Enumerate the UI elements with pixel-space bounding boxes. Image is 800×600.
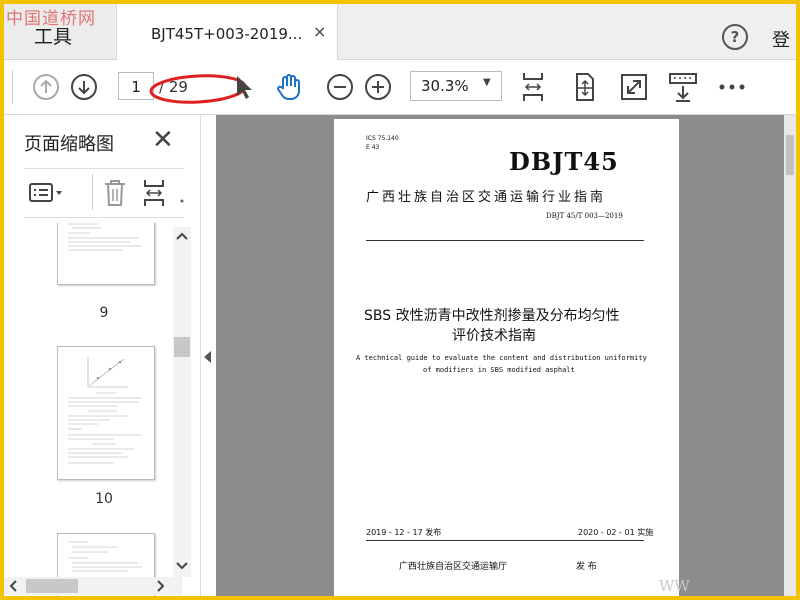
next-page-icon[interactable] (70, 73, 98, 101)
rotate-page-icon[interactable] (570, 71, 598, 103)
scroll-left-icon[interactable] (8, 580, 18, 592)
thumbnail-options-icon[interactable] (28, 181, 66, 205)
watermark-corner: WW (659, 577, 690, 595)
publish-label: 发 布 (576, 562, 597, 572)
thumbnail-pane: 页面缩略图 ✕ 9 10 (4, 115, 200, 596)
read-mode-icon[interactable] (668, 71, 698, 103)
chevron-down-icon: ▼ (483, 77, 491, 88)
document-scrollbar-thumb[interactable] (786, 135, 794, 175)
zoom-value: 30.3% (421, 77, 469, 95)
close-pane-icon[interactable]: ✕ (152, 125, 174, 155)
scroll-right-icon[interactable] (156, 580, 166, 592)
thumbnail-label: 9 (99, 305, 109, 321)
prev-page-icon[interactable] (32, 73, 60, 101)
close-tab-icon[interactable]: × (313, 22, 326, 41)
app-window: 中国道桥网 WW 工具 BJT45T+003-2019... × ? 登 1 /… (4, 4, 796, 596)
delete-page-icon[interactable] (102, 178, 128, 208)
zoom-out-icon[interactable] (326, 73, 354, 101)
select-cursor-icon[interactable] (232, 73, 256, 101)
pane-toolbar-divider (92, 174, 93, 210)
header-rule (366, 240, 644, 241)
standard-number: DBJT 45/T 003—2019 (546, 212, 623, 220)
english-title-line2: of modifiers in SBS modified asphalt (423, 366, 575, 374)
scroll-up-icon[interactable] (176, 231, 188, 241)
tab-bar: 工具 BJT45T+003-2019... × ? 登 (4, 4, 796, 60)
issue-date: 2019 - 12 - 17 发布 (366, 528, 442, 537)
e-code: E 43 (366, 144, 380, 151)
scrollbar-thumb[interactable] (174, 337, 190, 357)
hand-tool-icon[interactable] (274, 72, 304, 102)
issuing-department: 广西壮族自治区交通运输厅 (399, 562, 508, 572)
pdf-page: ICS 75.140 E 43 DBJT45 广西壮族自治区交通运输行业指南 D… (334, 119, 679, 596)
help-icon[interactable]: ? (722, 24, 748, 50)
extract-page-icon[interactable] (142, 178, 168, 208)
toolbar: 1 / 29 30.3% ▼ (4, 60, 796, 115)
standard-code: DBJT45 (509, 147, 619, 176)
watermark-text: 中国道桥网 (6, 9, 96, 29)
more-options-icon[interactable] (718, 82, 746, 92)
thumbnail-label: 10 (95, 491, 113, 507)
document-title-line2: 评价技术指南 (452, 328, 536, 344)
thumbnail-hscrollbar[interactable] (4, 577, 182, 595)
document-scrollbar[interactable] (784, 115, 796, 596)
thumbnail-list: 9 10 (4, 223, 200, 596)
thumbnail-scrollbar[interactable] (173, 227, 191, 577)
hscrollbar-thumb[interactable] (26, 579, 78, 593)
more-dot-icon (180, 199, 184, 203)
thumbnail-page-10[interactable] (57, 346, 155, 480)
footer-rule (366, 540, 644, 541)
thumbnail-content (68, 223, 142, 251)
thumbnail-page-9[interactable] (57, 223, 155, 285)
implementation-date: 2020 - 02 - 01 实施 (578, 528, 654, 537)
pane-collapse-strip[interactable] (200, 115, 217, 596)
full-screen-icon[interactable] (620, 73, 648, 101)
login-button[interactable]: 登 (772, 26, 790, 52)
pane-title: 页面缩略图 (24, 134, 114, 155)
document-title-line1: SBS 改性沥青中改性剂掺量及分布均匀性 (364, 308, 620, 324)
collapse-pane-icon[interactable] (204, 351, 211, 363)
pane-toolbar (24, 168, 184, 218)
scroll-down-icon[interactable] (176, 561, 188, 571)
zoom-select[interactable]: 30.3% ▼ (410, 71, 502, 101)
tab-document[interactable]: BJT45T+003-2019... × (116, 4, 338, 60)
toolbar-divider (12, 70, 13, 104)
english-title-line1: A technical guide to evaluate the conten… (356, 354, 647, 362)
zoom-in-icon[interactable] (364, 73, 392, 101)
issuing-org-title: 广西壮族自治区交通运输行业指南 (366, 190, 607, 205)
thumbnail-content (68, 357, 142, 464)
ics-code: ICS 75.140 (366, 135, 399, 142)
document-view[interactable]: ICS 75.140 E 43 DBJT45 广西壮族自治区交通运输行业指南 D… (216, 115, 796, 596)
fit-width-icon[interactable] (520, 71, 546, 103)
tab-document-label: BJT45T+003-2019... (151, 25, 303, 43)
